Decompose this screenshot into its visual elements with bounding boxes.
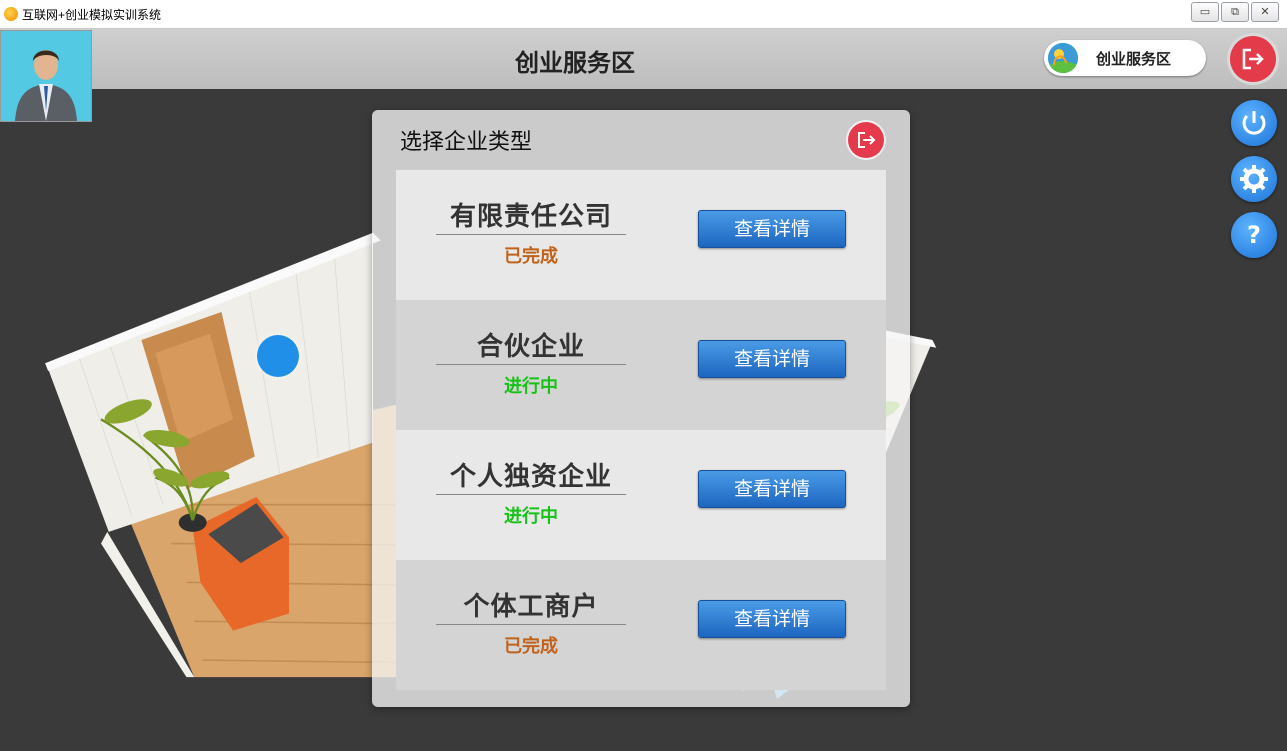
list-item: 个体工商户 已完成 查看详情: [396, 560, 886, 690]
minimize-button[interactable]: ▭: [1191, 2, 1219, 22]
exit-icon: [1242, 48, 1264, 70]
enterprise-type-name: 合伙企业: [476, 332, 585, 362]
close-window-button[interactable]: ✕: [1251, 2, 1279, 22]
enterprise-type-list: 有限责任公司 已完成 查看详情 合伙企业 进行中 查看详情 个人独资企业 进行中…: [396, 170, 886, 690]
maximize-button[interactable]: ⧉: [1221, 2, 1249, 22]
enterprise-type-name: 个体工商户: [463, 592, 599, 622]
list-item: 合伙企业 进行中 查看详情: [396, 300, 886, 430]
divider: [436, 364, 626, 365]
view-details-button[interactable]: 查看详情: [698, 210, 846, 248]
status-badge: 进行中: [504, 376, 558, 397]
status-badge: 已完成: [504, 636, 558, 657]
dialog-title: 选择企业类型: [400, 130, 533, 155]
area-indicator-pill[interactable]: 创业服务区: [1044, 40, 1206, 76]
dialog-close-button[interactable]: [848, 122, 884, 158]
view-details-button[interactable]: 查看详情: [698, 470, 846, 508]
list-item: 个人独资企业 进行中 查看详情: [396, 430, 886, 560]
enterprise-type-name: 有限责任公司: [449, 202, 612, 232]
window-titlebar: 互联网+创业模拟实训系统 ▭ ⧉ ✕: [0, 0, 1287, 29]
window-title: 互联网+创业模拟实训系统: [22, 8, 162, 22]
divider: [436, 494, 626, 495]
location-marker[interactable]: [257, 335, 299, 377]
status-badge: 已完成: [504, 246, 558, 267]
power-button[interactable]: [1231, 100, 1277, 146]
view-details-button[interactable]: 查看详情: [698, 600, 846, 638]
exit-icon: [858, 132, 876, 148]
divider: [436, 624, 626, 625]
power-icon: [1242, 111, 1266, 135]
enterprise-type-name: 个人独资企业: [449, 462, 612, 492]
area-indicator-label: 创业服务区: [1096, 50, 1172, 68]
page-title: 创业服务区: [515, 49, 635, 77]
help-button[interactable]: ?: [1231, 212, 1277, 258]
enterprise-type-dialog: 选择企业类型 有限责任公司 已完成 查看详情 合伙企业 进行中 查看详情 个人独…: [372, 110, 910, 707]
list-item: 有限责任公司 已完成 查看详情: [396, 170, 886, 300]
divider: [436, 234, 626, 235]
status-badge: 进行中: [504, 506, 558, 527]
exit-button[interactable]: [1230, 36, 1276, 82]
app-logo-icon: [4, 7, 18, 21]
window-controls: ▭ ⧉ ✕: [1189, 2, 1279, 22]
landscape-icon: [1048, 43, 1078, 73]
gear-icon: [1240, 165, 1268, 193]
view-details-button[interactable]: 查看详情: [698, 340, 846, 378]
help-icon: ?: [1247, 221, 1261, 249]
settings-button[interactable]: [1231, 156, 1277, 202]
